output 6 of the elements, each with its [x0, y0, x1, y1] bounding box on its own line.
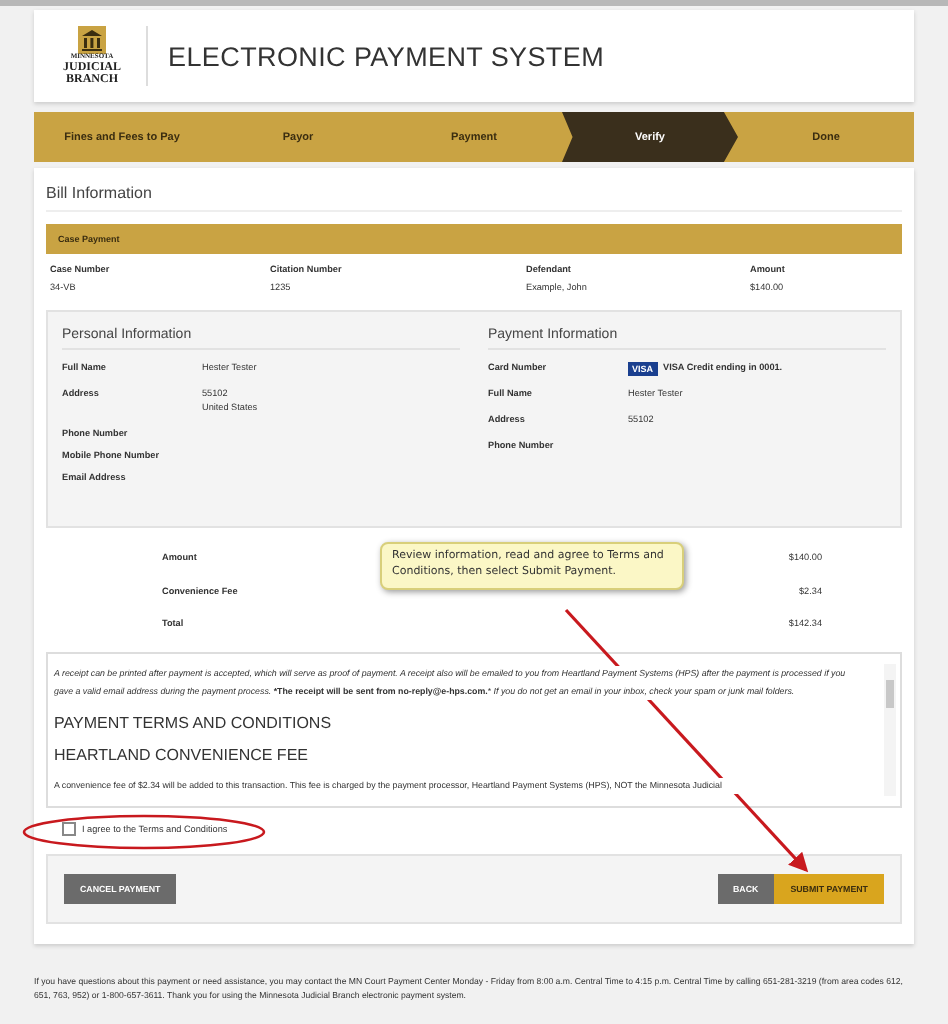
terms-heading: PAYMENT TERMS AND CONDITIONS: [54, 714, 334, 733]
scrollbar[interactable]: [884, 664, 896, 797]
section-title: Bill Information: [46, 184, 902, 212]
courthouse-icon: [78, 25, 106, 54]
page-title: ELECTRONIC PAYMENT SYSTEM: [168, 41, 605, 71]
terms-heading: HEARTLAND CONVENIENCE FEE: [54, 746, 310, 765]
